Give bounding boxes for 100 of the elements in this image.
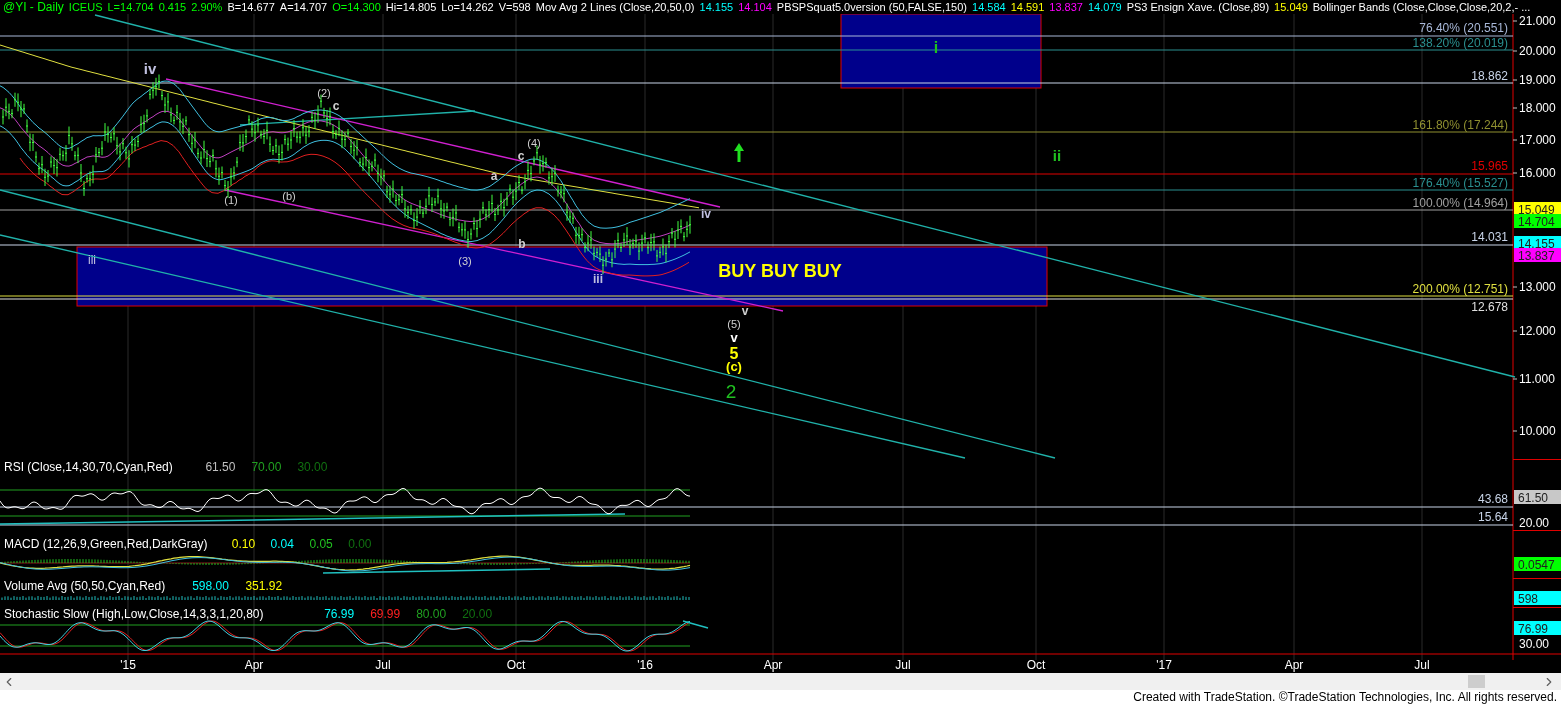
axis-label: '17 — [1156, 658, 1172, 672]
chart-header-text: 14.079 — [1088, 0, 1122, 14]
wave-label: i — [933, 39, 939, 56]
level-label: 15.64 — [1477, 510, 1508, 524]
axis-label: 12.000 — [1519, 324, 1556, 338]
chart-header-text: 14.155 — [699, 0, 734, 14]
wave-label: (4) — [527, 137, 541, 149]
wave-label: iii — [88, 253, 96, 267]
wave-label: iii — [593, 272, 603, 286]
wave-label: 2 — [725, 381, 737, 402]
axis-label: 10.000 — [1519, 424, 1556, 438]
chart-header-text: Mov Avg 2 Lines (Close,20,50,0) — [535, 0, 695, 14]
chart-header-text: 2.90% — [191, 0, 223, 14]
indicator-title-text: 69.99 — [370, 607, 401, 621]
wave-label: iv — [701, 207, 711, 221]
chart-header-text: ICEUS — [68, 0, 103, 14]
price-badge: 598 — [1514, 591, 1561, 606]
chart-header-text: 0.415 — [158, 0, 187, 14]
axis-label: Jul — [1414, 658, 1430, 672]
indicator-title-text: 0.00 — [348, 537, 372, 551]
wave-label: ii — [1052, 147, 1062, 164]
axis-label: Apr — [1284, 658, 1304, 672]
axis-label: 30.00 — [1519, 637, 1550, 651]
chart-header-text: B=14.677 — [227, 0, 275, 14]
axis-label: Apr — [244, 658, 264, 672]
level-label: 100.00% (14.964) — [1412, 196, 1508, 210]
wave-label: iv — [143, 60, 157, 77]
indicator-title-text: 351.92 — [245, 579, 283, 593]
indicator-title-text: MACD (12,26,9,Green,Red,DarkGray) — [4, 537, 208, 551]
price-badge: 13.837 — [1514, 248, 1561, 263]
level-label: 76.40% (20.551) — [1419, 21, 1508, 35]
level-label: 161.80% (17.244) — [1412, 118, 1508, 132]
chart-header-text: Lo=14.262 — [441, 0, 494, 14]
trend-line — [682, 620, 709, 629]
chart-header-text: 14.591 — [1010, 0, 1045, 14]
chart-header-text: L=14.704 — [107, 0, 154, 14]
price-badge: 61.50 — [1514, 490, 1561, 505]
axis-label: 19.000 — [1519, 73, 1556, 87]
wave-label: c — [332, 99, 340, 113]
level-label: 18.862 — [1471, 69, 1508, 83]
level-label: 15.965 — [1471, 159, 1508, 173]
axis-label: 16.000 — [1519, 166, 1556, 180]
price-badge: 14.704 — [1514, 214, 1561, 229]
indicator-title-text: 0.04 — [270, 537, 294, 551]
level-label: 138.20% (20.019) — [1412, 36, 1508, 50]
chart-header-text: A=14.707 — [279, 0, 328, 14]
axis-label: 21.000 — [1519, 14, 1556, 28]
wave-label: (3) — [458, 255, 472, 267]
indicator-title-text: 80.00 — [416, 607, 447, 621]
scroll-thumb[interactable] — [1468, 675, 1485, 688]
chart-header-text: 14.584 — [972, 0, 1006, 14]
copyright-text: Created with TradeStation. ©TradeStation Technologies, Inc. All rights reserved. — [1133, 690, 1557, 705]
indicator-title-text: 598.00 — [192, 579, 229, 593]
chart-header-text: 13.837 — [1049, 0, 1083, 14]
wave-label: b — [518, 237, 526, 251]
zone-label: BUY BUY BUY — [718, 261, 842, 281]
wave-label: (b) — [282, 190, 296, 202]
level-label: 12.678 — [1471, 300, 1508, 314]
indicator-title-text: 70.00 — [251, 460, 282, 474]
chart-header-text: Hi=14.805 — [385, 0, 437, 14]
wave-label: a — [490, 169, 498, 183]
wave-label: (2) — [317, 87, 331, 99]
axis-label: '16 — [637, 658, 653, 672]
axis-label: Apr — [763, 658, 783, 672]
wave-label: v — [730, 330, 738, 345]
indicator-title-text: 20.00 — [462, 607, 493, 621]
axis-label: '15 — [120, 658, 136, 672]
axis-label: Jul — [895, 658, 911, 672]
axis-label: 13.000 — [1519, 280, 1556, 294]
wave-label: v — [741, 304, 749, 318]
chart-header-text: V=598 — [498, 0, 531, 14]
chart-header-text: 15.049 — [1274, 0, 1308, 14]
wave-label: (c) — [726, 359, 742, 374]
indicator-title-text: 0.05 — [309, 537, 333, 551]
chart-header-text: PS3 Ensign Xave. (Close,89) — [1126, 0, 1270, 14]
level-label: 176.40% (15.527) — [1412, 176, 1508, 190]
chart-header-text: Bollinger Bands (Close,Close,Close,20,2,- ... — [1312, 0, 1531, 14]
price-badge: 76.99 — [1514, 621, 1561, 636]
indicator-title-text: Stochastic Slow (High,Low,Close,14,3,3,1,20,80) — [4, 607, 264, 621]
indicator-title-text: 0.10 — [231, 537, 256, 551]
axis-label: 20.000 — [1519, 44, 1556, 58]
indicator-title-text: 76.99 — [324, 607, 355, 621]
wave-label: (5) — [727, 318, 741, 330]
axis-label: Oct — [506, 658, 526, 672]
chart-header-text: 14.104 — [738, 0, 772, 14]
scrollbar[interactable] — [0, 673, 1561, 690]
level-label: 43.68 — [1477, 492, 1508, 506]
indicator-title-text: RSI (Close,14,30,70,Cyan,Red) — [4, 460, 173, 474]
wave-label: c — [517, 149, 525, 163]
chart-header-text: @YI - Daily — [3, 0, 64, 14]
price-badge: 0.0547 — [1514, 557, 1561, 572]
wave-label: 5 — [729, 345, 739, 362]
indicator-title-text: 61.50 — [205, 460, 236, 474]
axis-label: 20.00 — [1519, 516, 1550, 530]
wave-label: (1) — [224, 194, 238, 206]
level-label: 200.00% (12.751) — [1412, 282, 1508, 296]
axis-label: Oct — [1026, 658, 1046, 672]
chart-header-text: O=14.300 — [332, 0, 381, 14]
indicator-title-text: 30.00 — [297, 460, 328, 474]
level-label: 14.031 — [1471, 230, 1508, 244]
